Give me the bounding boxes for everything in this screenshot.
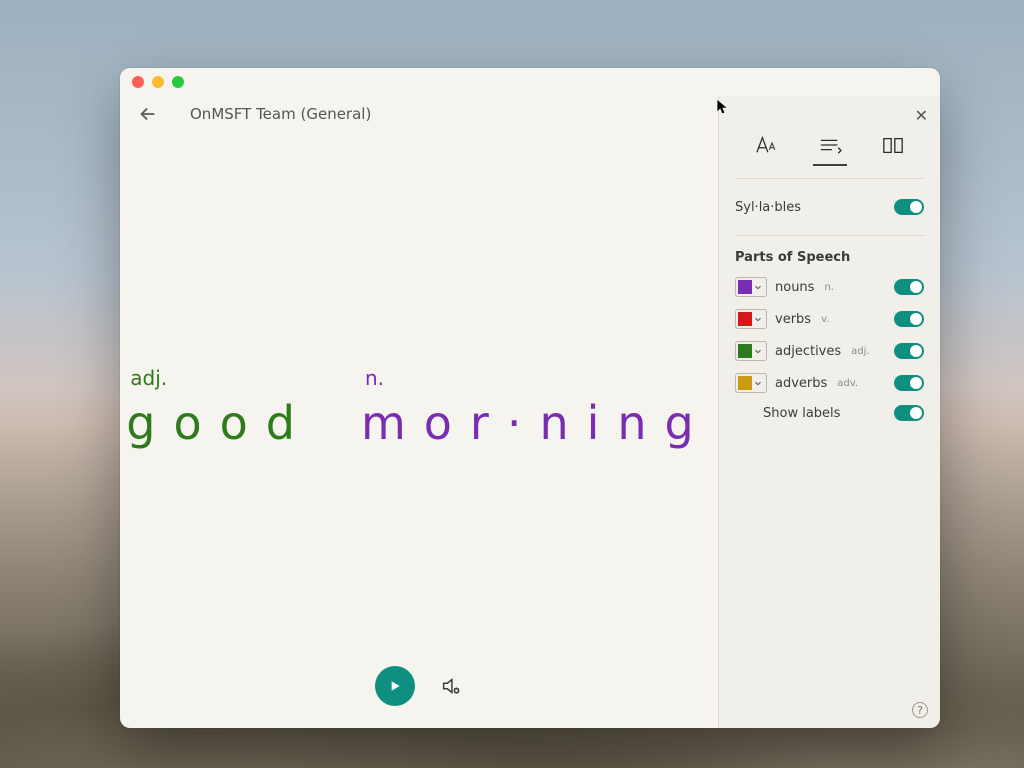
- grammar-options-panel: ✕ Syl·la·bles Parts of Speec: [718, 96, 940, 728]
- show-labels-toggle[interactable]: [894, 405, 924, 421]
- pos-row-adjectives: adjectives adj.: [735, 335, 924, 367]
- mac-titlebar: [120, 68, 940, 96]
- panel-tabs: [735, 130, 924, 160]
- voice-settings-button[interactable]: [439, 674, 463, 698]
- traffic-light-zoom[interactable]: [172, 76, 184, 88]
- swatch-picker-adjectives[interactable]: [735, 341, 767, 361]
- chevron-down-icon: [752, 314, 764, 324]
- pos-abbr: n.: [824, 282, 834, 293]
- color-swatch: [738, 312, 752, 326]
- immersive-reader-window: OnMSFT Team (General) adj. good n. mor·ning: [120, 68, 940, 728]
- playback-controls: [120, 666, 718, 706]
- reader-word: adj. good: [126, 366, 313, 450]
- pos-name: adjectives: [775, 344, 841, 359]
- pos-name: adverbs: [775, 376, 827, 391]
- traffic-light-minimize[interactable]: [152, 76, 164, 88]
- syllables-toggle[interactable]: [894, 199, 924, 215]
- pos-abbr: v.: [821, 314, 829, 325]
- back-arrow-icon[interactable]: [134, 100, 162, 128]
- color-swatch: [738, 280, 752, 294]
- color-swatch: [738, 376, 752, 390]
- pos-name: verbs: [775, 312, 811, 327]
- swatch-picker-nouns[interactable]: [735, 277, 767, 297]
- toggle-adverbs[interactable]: [894, 375, 924, 391]
- reader-header: OnMSFT Team (General): [120, 96, 718, 128]
- pos-row-adverbs: adverbs adv.: [735, 367, 924, 399]
- tab-grammar-options[interactable]: [813, 130, 847, 160]
- close-panel-button[interactable]: ✕: [915, 106, 928, 125]
- reader-word: n. mor·ning: [361, 366, 712, 450]
- pos-name: nouns: [775, 280, 814, 295]
- swatch-picker-adverbs[interactable]: [735, 373, 767, 393]
- content-split: OnMSFT Team (General) adj. good n. mor·ning: [120, 96, 940, 728]
- play-button[interactable]: [375, 666, 415, 706]
- show-labels-label: Show labels: [763, 406, 840, 421]
- syllables-label: Syl·la·bles: [735, 200, 801, 215]
- word-syllables: mor·ning: [361, 396, 712, 450]
- chevron-down-icon: [752, 378, 764, 388]
- toggle-verbs[interactable]: [894, 311, 924, 327]
- traffic-light-close[interactable]: [132, 76, 144, 88]
- color-swatch: [738, 344, 752, 358]
- pos-row-verbs: verbs v.: [735, 303, 924, 335]
- reader-area: adj. good n. mor·ning: [120, 128, 718, 728]
- swatch-picker-verbs[interactable]: [735, 309, 767, 329]
- help-button[interactable]: ?: [912, 702, 928, 718]
- pos-row-nouns: nouns n.: [735, 271, 924, 303]
- pos-abbr: adv.: [837, 378, 858, 389]
- source-title: OnMSFT Team (General): [190, 105, 371, 123]
- word-syllables: good: [126, 396, 313, 450]
- syllables-section: Syl·la·bles: [735, 178, 924, 235]
- pos-abbr: adj.: [851, 346, 869, 357]
- chevron-down-icon: [752, 282, 764, 292]
- parts-of-speech-title: Parts of Speech: [735, 250, 924, 265]
- tab-text-preferences[interactable]: [750, 130, 784, 160]
- chevron-down-icon: [752, 346, 764, 356]
- toggle-adjectives[interactable]: [894, 343, 924, 359]
- pos-label: n.: [365, 366, 384, 390]
- toggle-nouns[interactable]: [894, 279, 924, 295]
- pos-label: adj.: [130, 366, 167, 390]
- reader-main: OnMSFT Team (General) adj. good n. mor·ning: [120, 96, 718, 728]
- parts-of-speech-section: Parts of Speech nouns n. verbs v. adjectives…: [735, 235, 924, 441]
- reader-words: adj. good n. mor·ning: [126, 366, 711, 450]
- tab-reading-preferences[interactable]: [876, 130, 910, 160]
